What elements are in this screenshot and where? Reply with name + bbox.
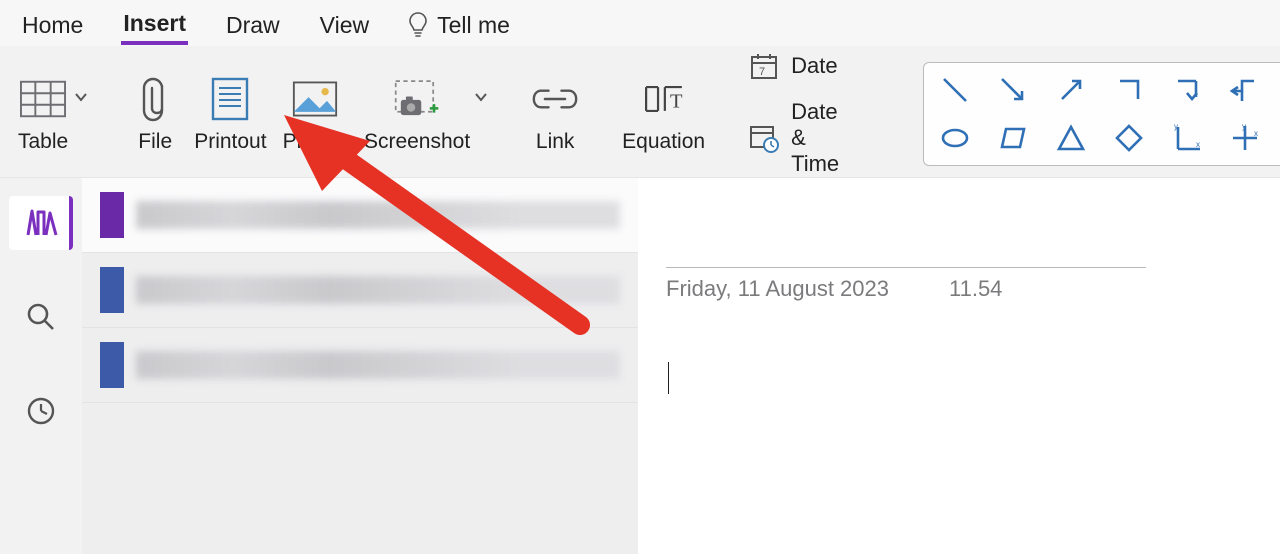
date-label: Date: [791, 53, 837, 79]
table-button[interactable]: Table: [18, 74, 68, 154]
redacted-text: [136, 201, 620, 229]
shape-axes-xy[interactable]: yx: [1170, 121, 1204, 155]
printout-icon: [207, 76, 253, 122]
section-color-swatch: [100, 192, 124, 238]
chevron-down-icon[interactable]: [474, 92, 488, 102]
search-rail-button[interactable]: [9, 290, 73, 344]
date-button[interactable]: 7 Date: [749, 51, 839, 81]
clock-icon: [26, 396, 56, 426]
equation-icon: T: [641, 76, 687, 122]
lightbulb-icon: [407, 11, 429, 39]
list-item[interactable]: [82, 328, 638, 403]
printout-button[interactable]: Printout: [194, 74, 266, 154]
note-canvas[interactable]: Friday, 11 August 2023 11.54: [638, 178, 1280, 554]
shape-parallelogram[interactable]: [996, 121, 1030, 155]
tab-home[interactable]: Home: [20, 8, 85, 43]
section-color-swatch: [100, 267, 124, 313]
list-item[interactable]: [82, 178, 638, 253]
screenshot-icon: [394, 76, 440, 122]
shape-ellipse[interactable]: [938, 121, 972, 155]
picture-button[interactable]: Picture: [283, 74, 348, 154]
datetime-button[interactable]: Date & Time: [749, 99, 839, 177]
printout-label: Printout: [194, 130, 266, 154]
svg-text:y: y: [1242, 123, 1246, 131]
shape-diamond[interactable]: [1112, 121, 1146, 155]
tab-insert[interactable]: Insert: [121, 6, 188, 45]
section-color-swatch: [100, 342, 124, 388]
svg-text:y: y: [1174, 123, 1178, 131]
ribbon-insert: Table File Printout Picture: [0, 46, 1280, 178]
picture-label: Picture: [283, 130, 348, 154]
shape-axes-cross[interactable]: xy: [1228, 121, 1262, 155]
table-label: Table: [18, 130, 68, 154]
shape-corner-ne[interactable]: [1112, 73, 1146, 107]
screenshot-label: Screenshot: [364, 130, 470, 154]
equation-label: Equation: [622, 130, 705, 154]
svg-text:T: T: [670, 90, 683, 112]
tabs-bar: Home Insert Draw View Tell me: [0, 0, 1280, 46]
tab-draw[interactable]: Draw: [224, 8, 282, 43]
link-icon: [532, 76, 578, 122]
text-cursor: [668, 362, 669, 394]
tab-view[interactable]: View: [318, 8, 371, 43]
shape-arrow-se[interactable]: [996, 73, 1030, 107]
svg-text:x: x: [1254, 129, 1258, 138]
picture-icon: [292, 76, 338, 122]
link-button[interactable]: Link: [532, 74, 578, 154]
page-time: 11.54: [949, 276, 1002, 302]
shapes-gallery: yx xy yxz: [923, 62, 1280, 166]
shape-elbow-arrow[interactable]: [1228, 73, 1262, 107]
tell-me-label: Tell me: [437, 12, 510, 39]
file-button[interactable]: File: [132, 74, 178, 154]
page-title-input[interactable]: [666, 210, 1146, 268]
calendar-date-icon: 7: [749, 51, 779, 81]
chevron-down-icon[interactable]: [74, 92, 88, 102]
redacted-text: [136, 276, 620, 304]
page-date: Friday, 11 August 2023: [666, 276, 889, 302]
shape-arrow-ne[interactable]: [1054, 73, 1088, 107]
shape-line[interactable]: [938, 73, 972, 107]
table-icon: [20, 76, 66, 122]
link-label: Link: [536, 130, 575, 154]
svg-text:7: 7: [759, 66, 765, 78]
equation-button[interactable]: T Equation: [622, 74, 705, 154]
list-item[interactable]: [82, 253, 638, 328]
file-label: File: [138, 130, 172, 154]
notebooks-rail-button[interactable]: [9, 196, 73, 250]
shape-arrow-down[interactable]: [1170, 73, 1204, 107]
shape-triangle[interactable]: [1054, 121, 1088, 155]
recent-rail-button[interactable]: [9, 384, 73, 438]
page-list: [82, 178, 638, 554]
calendar-clock-icon: [749, 123, 779, 153]
paperclip-icon: [132, 76, 178, 122]
books-icon: [24, 207, 58, 239]
redacted-text: [136, 351, 620, 379]
svg-text:x: x: [1196, 140, 1200, 149]
screenshot-button[interactable]: Screenshot: [364, 74, 470, 154]
datetime-label: Date & Time: [791, 99, 839, 177]
tell-me[interactable]: Tell me: [407, 11, 510, 39]
left-rail: [0, 178, 82, 554]
search-icon: [26, 302, 56, 332]
